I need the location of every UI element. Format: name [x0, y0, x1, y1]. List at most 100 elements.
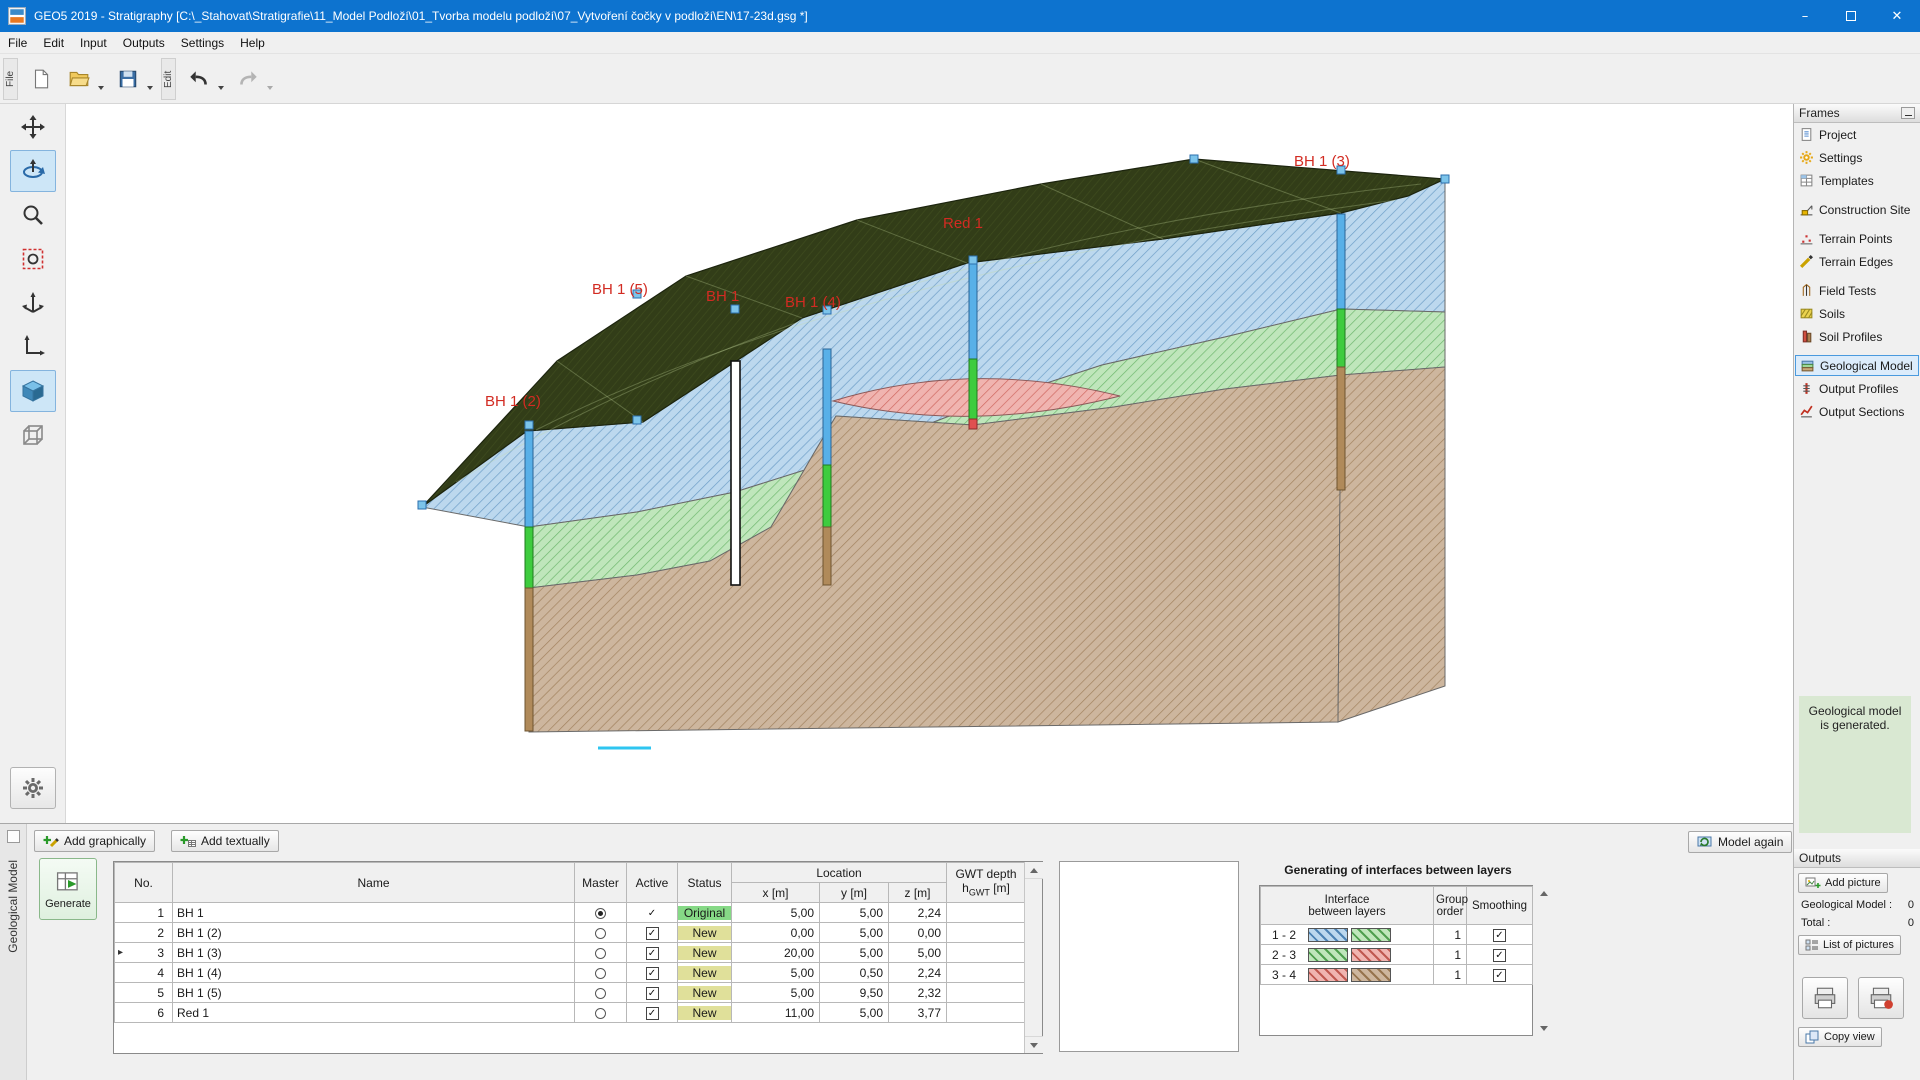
y-coordinate[interactable]: 9,50 — [819, 982, 889, 1003]
gwt-depth[interactable] — [946, 962, 1027, 983]
save-dropdown-caret[interactable] — [147, 85, 153, 90]
z-coordinate[interactable]: 5,00 — [887, 942, 948, 963]
borehole-name[interactable]: Red 1 — [172, 1002, 575, 1023]
print-settings-button[interactable] — [1858, 977, 1904, 1019]
boreholes-scrollbar[interactable] — [1024, 862, 1043, 1053]
add-picture-button[interactable]: Add picture — [1798, 873, 1888, 893]
x-coordinate[interactable]: 0,00 — [731, 922, 820, 943]
z-coordinate[interactable]: 2,24 — [887, 962, 948, 983]
active-checkbox[interactable]: ✓ — [645, 946, 659, 960]
group-order-value[interactable]: 1 — [1433, 944, 1467, 965]
menu-input[interactable]: Input — [72, 32, 115, 53]
zoom-window-tool[interactable] — [10, 238, 56, 280]
master-radio[interactable] — [595, 987, 606, 999]
y-coordinate[interactable]: 5,00 — [819, 922, 889, 943]
active-checkbox[interactable]: ✓ — [648, 908, 656, 919]
smoothing-checkbox[interactable]: ✓ — [1493, 928, 1506, 942]
undo-dropdown-caret[interactable] — [218, 85, 224, 90]
group-order-value[interactable]: 1 — [1433, 964, 1467, 985]
active-checkbox[interactable]: ✓ — [645, 926, 659, 940]
axes-3d-tool[interactable] — [10, 282, 56, 324]
add-graphically-button[interactable]: Add graphically — [34, 830, 156, 852]
menu-help[interactable]: Help — [232, 32, 273, 53]
gwt-depth[interactable] — [946, 902, 1027, 923]
frames-item-project[interactable]: Project — [1794, 123, 1920, 146]
active-checkbox[interactable]: ✓ — [645, 966, 659, 980]
frames-item-soil-profiles[interactable]: Soil Profiles — [1794, 325, 1920, 348]
y-coordinate[interactable]: 5,00 — [819, 902, 889, 923]
open-file-button[interactable] — [60, 59, 98, 99]
interfaces-scroll-down-icon[interactable] — [1538, 1022, 1550, 1034]
borehole-row[interactable]: 1 BH 1 ✓ Original 5,00 5,00 2,24 — [114, 902, 1027, 923]
scroll-up-icon[interactable] — [1025, 862, 1043, 879]
frames-item-geological-model[interactable]: Geological Model — [1795, 355, 1919, 376]
master-radio[interactable] — [595, 967, 606, 979]
borehole-bh1-2[interactable] — [524, 430, 534, 732]
master-radio[interactable] — [595, 907, 606, 919]
menu-outputs[interactable]: Outputs — [115, 32, 173, 53]
interfaces-scroll-up-icon[interactable] — [1538, 887, 1550, 899]
list-of-pictures-button[interactable]: List of pictures — [1798, 935, 1901, 955]
model-again-button[interactable]: Model again — [1688, 831, 1793, 853]
print-button[interactable] — [1802, 977, 1848, 1019]
menu-edit[interactable]: Edit — [35, 32, 72, 53]
undo-button[interactable] — [180, 59, 218, 99]
borehole-row[interactable]: 6 Red 1 ✓ New 11,00 5,00 3,77 — [114, 1002, 1027, 1023]
gwt-depth[interactable] — [946, 942, 1027, 963]
add-textually-button[interactable]: Add textually — [171, 830, 279, 852]
z-coordinate[interactable]: 2,24 — [887, 902, 948, 923]
frames-item-output-sections[interactable]: Output Sections — [1794, 400, 1920, 423]
gwt-depth[interactable] — [946, 982, 1027, 1003]
open-dropdown-caret[interactable] — [98, 85, 104, 90]
active-checkbox[interactable]: ✓ — [645, 1006, 659, 1020]
x-coordinate[interactable]: 5,00 — [731, 962, 820, 983]
master-radio[interactable] — [595, 927, 606, 939]
z-coordinate[interactable]: 2,32 — [887, 982, 948, 1003]
redo-button[interactable] — [229, 59, 267, 99]
z-coordinate[interactable]: 0,00 — [887, 922, 948, 943]
smoothing-checkbox[interactable]: ✓ — [1493, 968, 1506, 982]
zoom-tool[interactable] — [10, 194, 56, 236]
y-coordinate[interactable]: 5,00 — [819, 942, 889, 963]
y-coordinate[interactable]: 5,00 — [819, 1002, 889, 1023]
x-coordinate[interactable]: 5,00 — [731, 902, 820, 923]
borehole-name[interactable]: BH 1 (5) — [172, 982, 575, 1003]
collapse-frames-button[interactable] — [1901, 107, 1915, 119]
menu-file[interactable]: File — [0, 32, 35, 53]
generate-button[interactable]: Generate — [39, 858, 97, 920]
view-3d-tool[interactable] — [9, 370, 56, 412]
frames-item-soils[interactable]: Soils — [1794, 302, 1920, 325]
frames-item-terrain-points[interactable]: Terrain Points — [1794, 227, 1920, 250]
borehole-name[interactable]: BH 1 (4) — [172, 962, 575, 983]
borehole-bh1-4[interactable] — [822, 348, 832, 586]
gwt-depth[interactable] — [946, 1002, 1027, 1023]
move-tool[interactable] — [10, 106, 56, 148]
new-file-button[interactable] — [22, 59, 60, 99]
frames-item-terrain-edges[interactable]: Terrain Edges — [1794, 250, 1920, 273]
z-coordinate[interactable]: 3,77 — [887, 1002, 948, 1023]
frames-item-settings[interactable]: Settings — [1794, 146, 1920, 169]
smoothing-checkbox[interactable]: ✓ — [1493, 948, 1506, 962]
toolbar-edit-group-tab[interactable]: Edit — [161, 57, 176, 100]
x-coordinate[interactable]: 5,00 — [731, 982, 820, 1003]
wireframe-view-tool[interactable] — [10, 414, 56, 456]
master-radio[interactable] — [595, 947, 606, 959]
y-coordinate[interactable]: 0,50 — [819, 962, 889, 983]
x-coordinate[interactable]: 11,00 — [731, 1002, 820, 1023]
save-file-button[interactable] — [109, 59, 147, 99]
borehole-row[interactable]: ▸ 3 BH 1 (3) ✓ New 20,00 5,00 5,00 — [114, 942, 1027, 963]
minimize-button[interactable]: – — [1782, 0, 1828, 32]
interface-row[interactable]: 3 - 4 1 ✓ — [1260, 964, 1533, 985]
toolbar-file-group-tab[interactable]: File — [3, 57, 18, 100]
redo-dropdown-caret[interactable] — [267, 85, 273, 90]
borehole-row[interactable]: 4 BH 1 (4) ✓ New 5,00 0,50 2,24 — [114, 962, 1027, 983]
active-checkbox[interactable]: ✓ — [645, 986, 659, 1000]
interface-row[interactable]: 1 - 2 1 ✓ — [1260, 924, 1533, 945]
rotate-view-tool[interactable] — [9, 150, 56, 192]
frames-item-output-profiles[interactable]: Output Profiles — [1794, 377, 1920, 400]
frames-item-construction-site[interactable]: Construction Site — [1794, 198, 1920, 221]
frame-side-tab[interactable]: Geological Model — [0, 824, 27, 1080]
borehole-name[interactable]: BH 1 (2) — [172, 922, 575, 943]
x-coordinate[interactable]: 20,00 — [731, 942, 820, 963]
master-radio[interactable] — [595, 1007, 606, 1019]
